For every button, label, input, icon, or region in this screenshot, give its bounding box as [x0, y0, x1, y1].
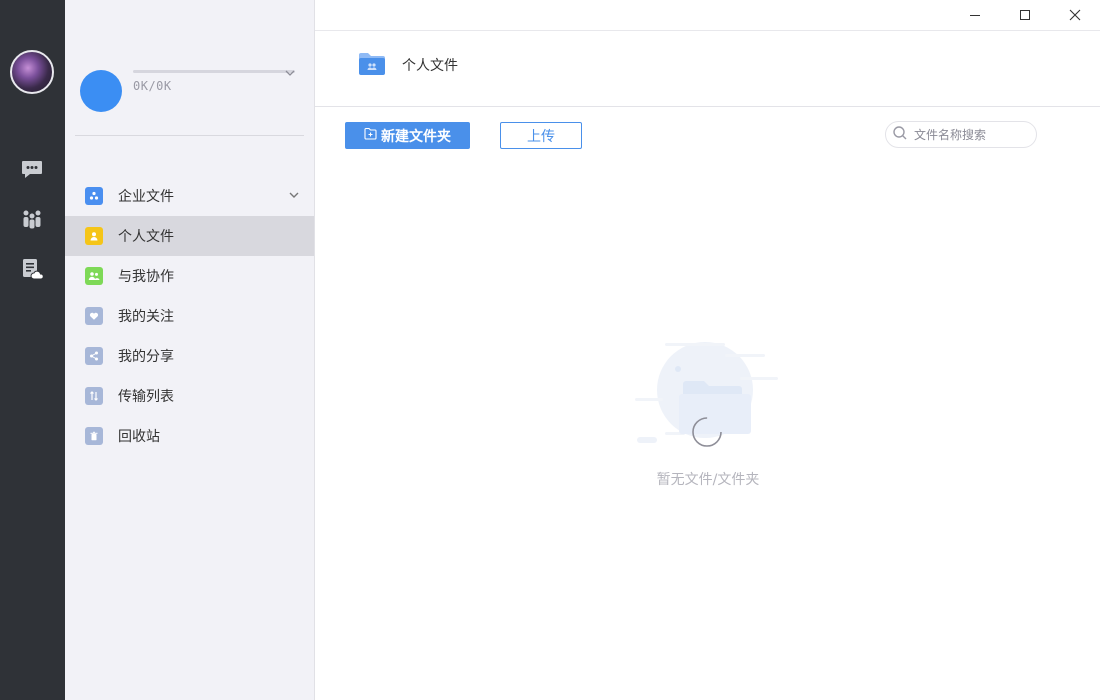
sidebar-item-label: 我的分享 — [118, 349, 174, 365]
sidebar-item-transfer-list[interactable]: 传输列表 — [65, 376, 314, 416]
app-window: 0K/0K 企业文件 个人文件 与我协作 我的关注 我的分享 传输列表 回收站 … — [0, 0, 1100, 700]
sidebar-item-label: 与我协作 — [118, 269, 174, 285]
empty-state-text: 暂无文件/文件夹 — [656, 472, 760, 488]
heart-icon — [85, 307, 103, 325]
search-icon — [892, 125, 908, 145]
personal-files-icon — [85, 227, 103, 245]
minimize-button[interactable] — [950, 0, 1000, 30]
sidebar-item-collaboration[interactable]: 与我协作 — [65, 256, 314, 296]
sidebar-item-favorites[interactable]: 我的关注 — [65, 296, 314, 336]
minimize-icon — [969, 6, 981, 25]
folder-icon — [358, 51, 386, 81]
share-icon — [85, 347, 103, 365]
sidebar-item-label: 个人文件 — [118, 229, 174, 245]
new-folder-icon — [364, 127, 377, 144]
cloud-document-icon[interactable] — [20, 257, 44, 281]
maximize-button[interactable] — [1000, 0, 1050, 30]
upload-label: 上传 — [527, 128, 555, 145]
page-title: 个人文件 — [402, 58, 458, 74]
trash-icon — [85, 427, 103, 445]
collaboration-icon — [85, 267, 103, 285]
sidebar-item-recycle-bin[interactable]: 回收站 — [65, 416, 314, 456]
upload-button[interactable]: 上传 — [500, 122, 582, 149]
sidebar-item-label: 传输列表 — [118, 389, 174, 405]
sidebar-item-enterprise-files[interactable]: 企业文件 — [65, 176, 314, 216]
quota-indicator — [80, 70, 122, 112]
sidebar-item-label: 企业文件 — [118, 189, 174, 205]
contacts-icon[interactable] — [20, 207, 44, 231]
transfer-icon — [85, 387, 103, 405]
page-header: 个人文件 — [315, 31, 1100, 107]
quota-text: 0K/0K — [133, 79, 172, 93]
sidebar-item-label: 我的关注 — [118, 309, 174, 325]
sidebar-item-personal-files[interactable]: 个人文件 — [65, 216, 314, 256]
maximize-icon — [1019, 6, 1031, 25]
avatar[interactable] — [10, 50, 54, 94]
sidebar-nav: 企业文件 个人文件 与我协作 我的关注 我的分享 传输列表 回收站 — [65, 176, 314, 456]
chevron-down-icon[interactable] — [284, 64, 296, 83]
search-box[interactable] — [885, 121, 1037, 148]
quota-progress-bar — [133, 70, 295, 73]
empty-state-illustration — [635, 340, 785, 450]
sidebar: 0K/0K 企业文件 个人文件 与我协作 我的关注 我的分享 传输列表 回收站 — [65, 0, 315, 700]
new-folder-label: 新建文件夹 — [381, 128, 451, 145]
main-panel: 个人文件 新建文件夹 上传 文件名称搜索 暂无文件/文件夹 — [315, 0, 1100, 700]
chevron-down-icon[interactable] — [288, 189, 300, 205]
divider — [75, 135, 304, 136]
chat-icon[interactable] — [20, 157, 44, 181]
new-folder-button[interactable]: 新建文件夹 — [345, 122, 470, 149]
left-rail — [0, 0, 65, 700]
enterprise-files-icon — [85, 187, 103, 205]
close-icon — [1069, 6, 1081, 25]
close-button[interactable] — [1050, 0, 1100, 30]
search-input[interactable] — [914, 127, 1032, 142]
sidebar-item-label: 回收站 — [118, 429, 160, 445]
sidebar-item-my-shares[interactable]: 我的分享 — [65, 336, 314, 376]
